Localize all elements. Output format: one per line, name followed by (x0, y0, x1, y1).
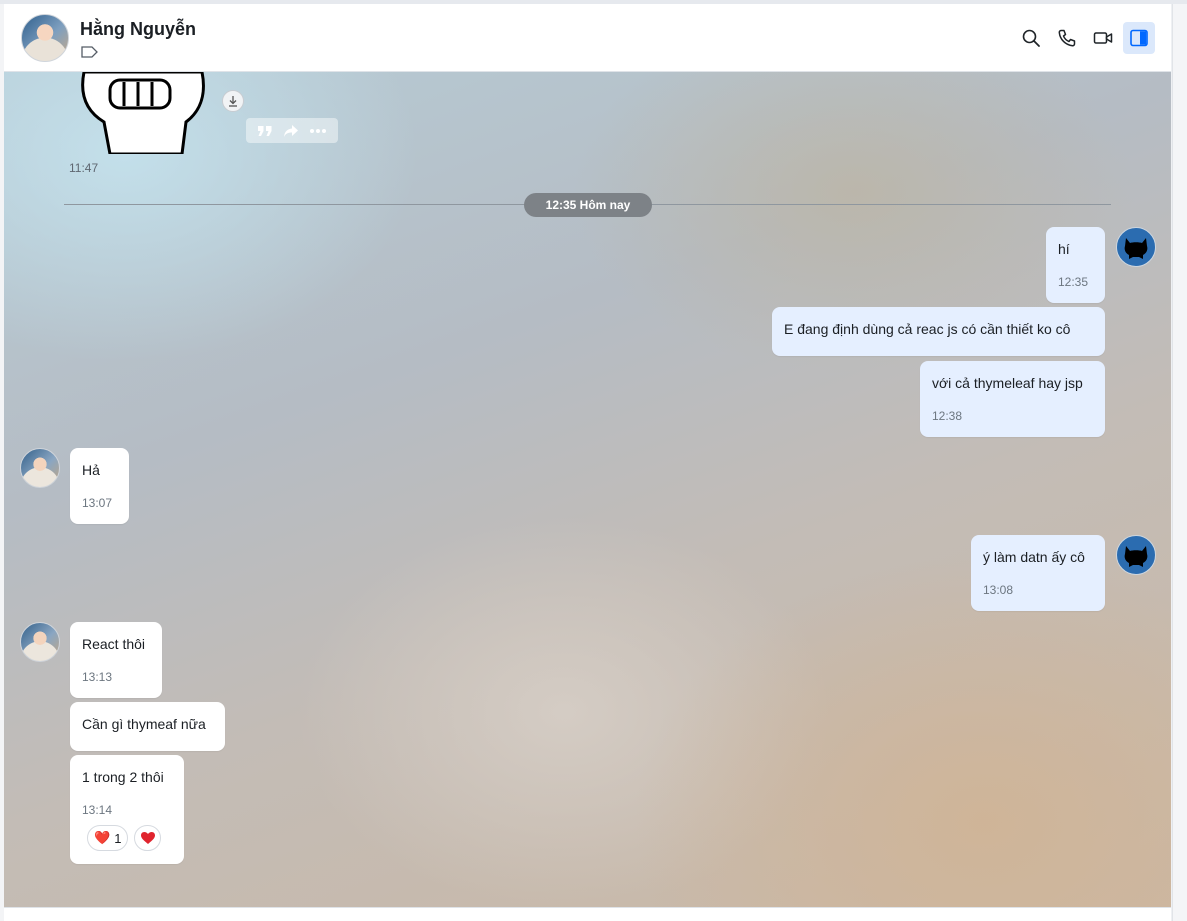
heart-icon (140, 832, 155, 844)
message-text: Cần gì thymeaf nữa (82, 716, 206, 732)
my-avatar[interactable] (1116, 227, 1156, 267)
message-bubble-received[interactable]: Cần gì thymeaf nữa (70, 702, 225, 751)
contact-name[interactable]: Hằng Nguyễn (80, 19, 196, 40)
forward-button[interactable] (283, 124, 299, 138)
quote-button[interactable] (257, 124, 273, 138)
my-avatar[interactable] (1116, 535, 1156, 575)
message-bubble-received[interactable]: 1 trong 2 thôi 13:14 ❤️ 1 (70, 755, 184, 864)
message-time: 13:13 (82, 670, 113, 684)
download-icon (229, 96, 237, 107)
more-icon (310, 128, 326, 133)
panel-toggle-icon (1130, 29, 1148, 47)
message-time: 12:35 (1058, 275, 1089, 289)
download-button[interactable] (222, 90, 244, 112)
phone-icon (1058, 29, 1076, 47)
message-text: hí (1058, 241, 1070, 257)
reaction-row: ❤️ 1 (87, 825, 162, 851)
forward-icon (284, 124, 298, 137)
sticker-image[interactable] (74, 72, 214, 154)
message-text: Hả (82, 462, 100, 478)
quote-icon (258, 125, 272, 136)
message-bubble-sent[interactable]: E đang định dùng cả reac js có cần thiết… (772, 307, 1105, 356)
message-actions-bar (246, 118, 338, 143)
message-text: 1 trong 2 thôi (82, 769, 164, 785)
add-reaction-button[interactable] (134, 825, 162, 851)
message-time: 13:14 (82, 803, 113, 817)
message-text: E đang định dùng cả reac js có cần thiết… (784, 321, 1071, 337)
reaction-count: 1 (114, 830, 122, 846)
tag-icon[interactable] (81, 46, 98, 58)
message-bubble-received[interactable]: React thôi 13:13 (70, 622, 162, 698)
message-bubble-sent[interactable]: hí 12:35 (1046, 227, 1105, 303)
message-time: 12:38 (932, 409, 963, 423)
more-options-button[interactable] (309, 128, 327, 134)
message-text: với cả thymeleaf hay jsp (932, 375, 1083, 391)
chat-window: Hằng Nguyễn 11:47 12:35 Hôm nay hí 12:35… (0, 0, 1187, 921)
contact-avatar-small[interactable] (20, 448, 60, 488)
search-button[interactable] (1015, 22, 1047, 54)
message-time: 13:07 (82, 496, 113, 510)
message-text: ý làm datn ấy cô (983, 549, 1085, 565)
video-icon (1093, 32, 1113, 44)
heart-icon: ❤️ (94, 830, 111, 845)
reaction-summary[interactable]: ❤️ 1 (87, 825, 129, 851)
message-text: React thôi (82, 636, 146, 652)
conversation-header: Hằng Nguyễn (4, 4, 1171, 72)
message-bubble-sent[interactable]: ý làm datn ấy cô 13:08 (971, 535, 1105, 611)
date-divider-label: 12:35 Hôm nay (524, 193, 652, 217)
composer-edge (4, 907, 1171, 921)
toggle-info-panel-button[interactable] (1123, 22, 1155, 54)
message-bubble-received[interactable]: Hả 13:07 (70, 448, 129, 524)
message-time: 13:08 (983, 583, 1014, 597)
github-cat-icon (1124, 546, 1148, 567)
github-cat-icon (1124, 238, 1148, 259)
contact-avatar-small[interactable] (20, 622, 60, 662)
message-bubble-sent[interactable]: với cả thymeleaf hay jsp 12:38 (920, 361, 1105, 437)
search-icon (1022, 29, 1040, 47)
sticker-timestamp: 11:47 (69, 161, 99, 175)
call-button[interactable] (1051, 22, 1083, 54)
right-sidebar-edge (1172, 4, 1187, 921)
contact-avatar[interactable] (21, 14, 69, 62)
message-list[interactable]: 11:47 12:35 Hôm nay hí 12:35 E đang định… (4, 72, 1171, 907)
video-call-button[interactable] (1087, 22, 1119, 54)
